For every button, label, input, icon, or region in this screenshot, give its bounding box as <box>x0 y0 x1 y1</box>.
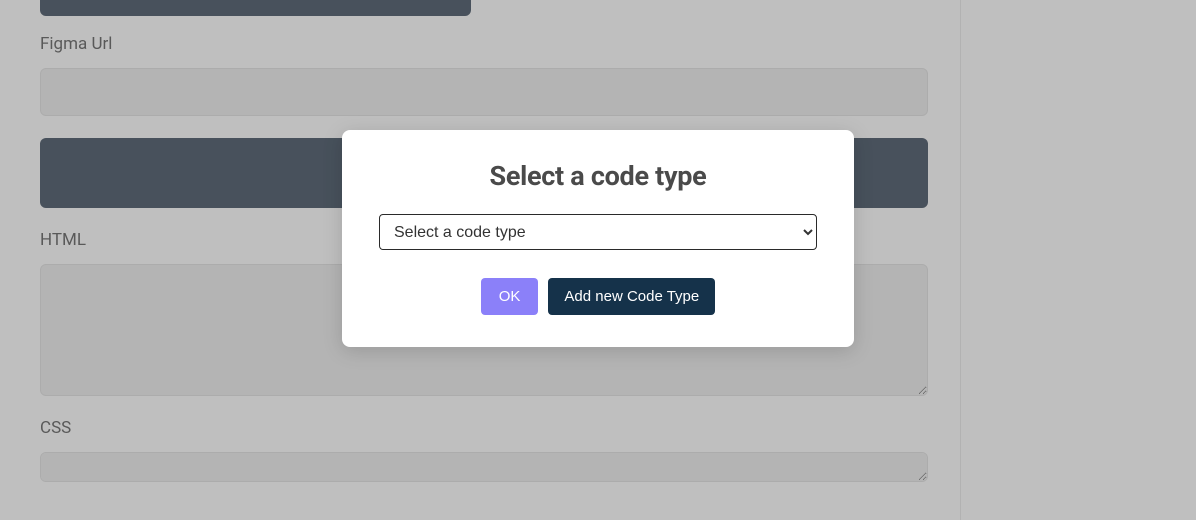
add-code-type-button[interactable]: Add new Code Type <box>548 278 715 315</box>
code-type-select[interactable]: Select a code type <box>379 214 817 250</box>
modal-title: Select a code type <box>490 160 707 192</box>
ok-button[interactable]: OK <box>481 278 539 315</box>
modal-buttons: OK Add new Code Type <box>481 278 716 315</box>
modal-dialog: Select a code type Select a code type OK… <box>342 130 854 347</box>
modal-overlay[interactable]: Select a code type Select a code type OK… <box>0 0 1196 520</box>
